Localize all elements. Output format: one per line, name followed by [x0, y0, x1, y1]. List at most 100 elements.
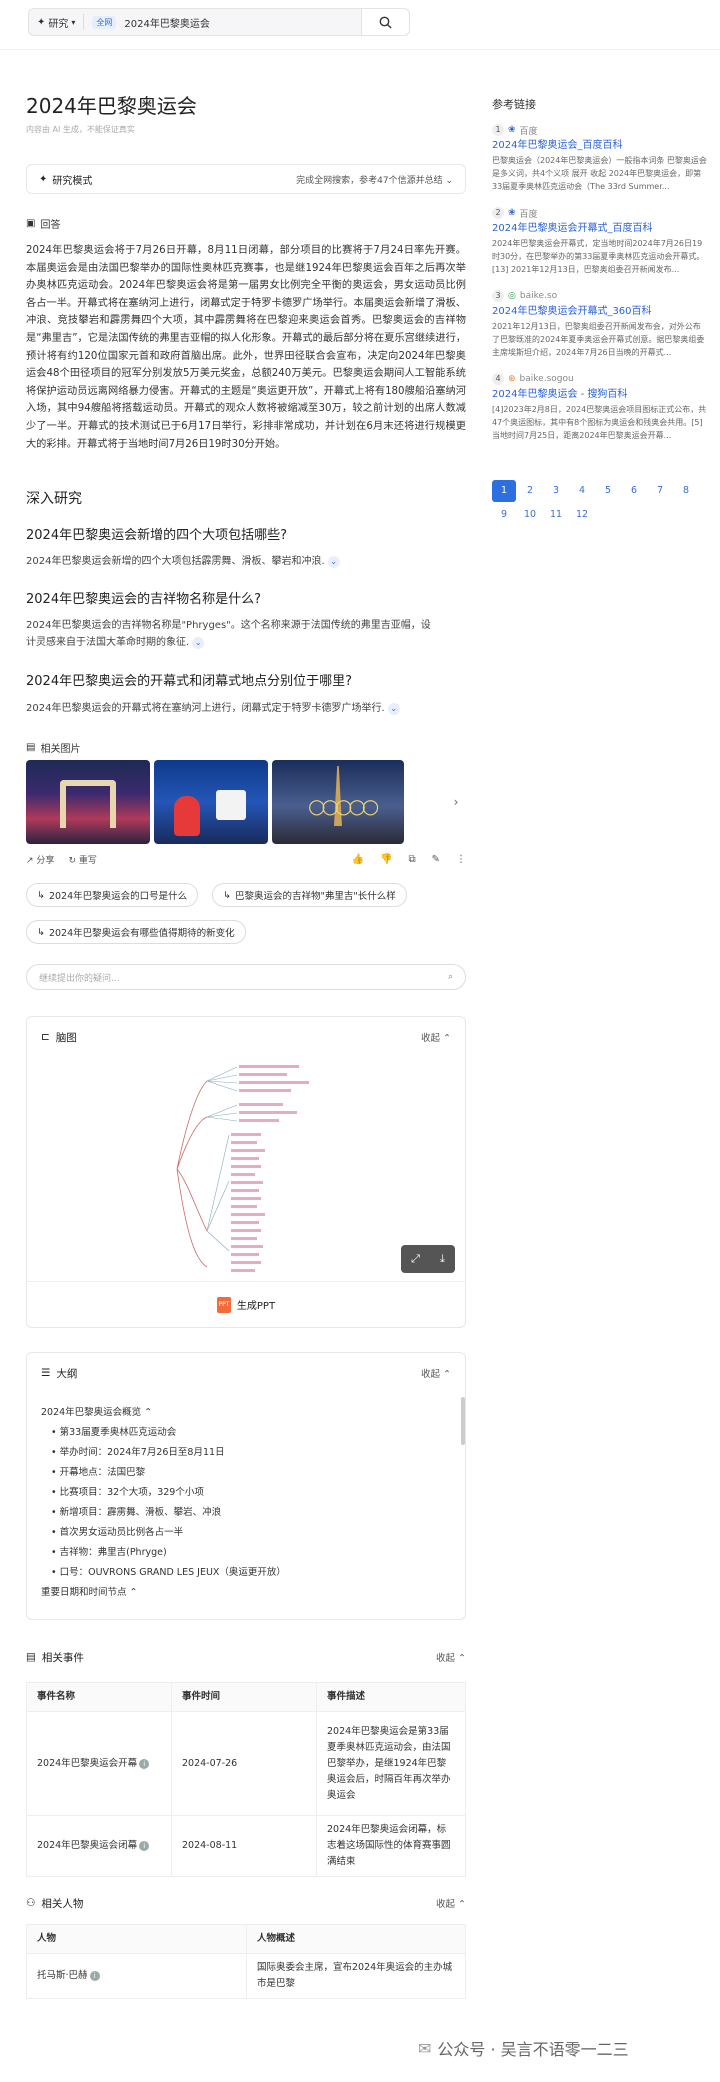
info-icon[interactable]: i	[139, 1841, 150, 1851]
people-collapse-button[interactable]: 收起 ⌃	[436, 1896, 466, 1910]
download-icon[interactable]: ⤓	[440, 1252, 445, 1266]
edit-icon[interactable]: ✎	[432, 854, 440, 865]
event-time: 2024-08-11	[171, 1815, 317, 1877]
outline-item-2-label: 举办时间：2024年7月26日至8月11日	[59, 1447, 225, 1458]
arrow-icon: ↳	[37, 926, 45, 938]
event-2-name: 2024年巴黎奥运会闭幕	[37, 1840, 138, 1851]
outline-item-7-label: 吉祥物：弗里吉(Phryge)	[59, 1547, 167, 1558]
follow-up-input[interactable]: 继续提出你的疑问... ⌕	[26, 964, 466, 990]
page-9[interactable]: 9	[492, 504, 516, 526]
reference-item[interactable]: 1 ❀ 百度 2024年巴黎奥运会_百度百科 巴黎奥运会（2024年巴黎奥运会）一般…	[492, 122, 708, 193]
ref-number: 2	[492, 207, 504, 219]
reference-item[interactable]: 4 ⊛ baike.sogou 2024年巴黎奥运会 - 搜狗百科 [4]2023年…	[492, 371, 708, 442]
page-8[interactable]: 8	[674, 480, 698, 502]
events-collapse-button[interactable]: 收起 ⌃	[436, 1650, 466, 1664]
search-icon	[379, 16, 392, 28]
ref-title[interactable]: 2024年巴黎奥运会开幕式_360百科	[492, 304, 708, 320]
eiffel-rings-image[interactable]: ○○○○○	[272, 760, 404, 844]
search-button[interactable]	[361, 9, 409, 35]
outline-item: • 新增项目：霹雳舞、滑板、攀岩、冲浪	[51, 1507, 222, 1518]
outline-body: 2024年巴黎奥运会概览 ⌃ • 第33届夏季奥林匹克运动会 • 举办时间：20…	[41, 1403, 441, 1603]
follow-up-placeholder: 继续提出你的疑问...	[39, 973, 120, 984]
more-icon[interactable]: ⋮	[456, 854, 466, 865]
ref-title[interactable]: 2024年巴黎奥运会_百度百科	[492, 138, 708, 154]
expand-icon[interactable]: ⌄	[192, 637, 205, 649]
mindmap-label: 脑图	[55, 1031, 77, 1044]
thumbs-down-icon[interactable]: 👎	[380, 854, 392, 865]
ref-number: 3	[492, 290, 504, 302]
person-desc: 国际奥委会主席，宣布2024年奥运会的主办城市是巴黎	[246, 1953, 466, 1999]
events-label: 相关事件	[41, 1651, 84, 1664]
info-icon[interactable]: i	[89, 1971, 100, 1981]
outline-section-2-label: 重要日期和时间节点	[41, 1587, 127, 1598]
fullscreen-icon[interactable]: ⤢	[411, 1252, 420, 1266]
events-header-row: 事件名称 事件时间 事件描述	[26, 1682, 466, 1712]
suggestion-chip-1[interactable]: ↳ 2024年巴黎奥运会的口号是什么	[26, 883, 199, 907]
reference-item[interactable]: 2 ❀ 百度 2024年巴黎奥运会开幕式_百度百科 2024年巴黎奥运会开幕式，定当…	[492, 205, 708, 276]
ref-title[interactable]: 2024年巴黎奥运会 - 搜狗百科	[492, 387, 708, 403]
outline-item: • 首次男女运动员比例各占一半	[51, 1527, 184, 1538]
expand-icon[interactable]: ⌄	[327, 556, 340, 568]
search-input[interactable]: 2024年巴黎奥运会	[124, 15, 209, 30]
event-desc: 2024年巴黎奥运会是第33届夏季奥林匹克运动会，由法国巴黎举办，是继1924年…	[316, 1711, 466, 1816]
page-4[interactable]: 4	[570, 480, 594, 502]
thumbs-up-icon[interactable]: 👍	[352, 854, 364, 865]
deep-answer-1: 2024年巴黎奥运会新增的四个大项包括霹雳舞、滑板、攀岩和冲浪. ⌄	[26, 553, 340, 570]
outline-item: • 吉祥物：弗里吉(Phryge)	[51, 1547, 167, 1558]
research-mode-bar[interactable]: ✦ 研究模式 完成全网搜索，参考47个信源并总结 ⌄	[26, 164, 466, 194]
suggestion-chip-2[interactable]: ↳ 巴黎奥运会的吉祥物"弗里吉"长什么样	[212, 883, 407, 907]
people-table: 人物 人物概述 托马斯·巴赫 i 国际奥委会主席，宣布2024年奥运会的主办城市是…	[26, 1924, 466, 1999]
page-3[interactable]: 3	[544, 480, 568, 502]
olympics-arch-image[interactable]	[26, 760, 150, 844]
page-7[interactable]: 7	[648, 480, 672, 502]
page-2[interactable]: 2	[518, 480, 542, 502]
page-11[interactable]: 11	[544, 504, 568, 526]
page-5[interactable]: 5	[596, 480, 620, 502]
expand-icon[interactable]: ⌄	[387, 703, 400, 715]
ref-title[interactable]: 2024年巴黎奥运会开幕式_百度百科	[492, 221, 708, 237]
mascot-presentation-image[interactable]	[154, 760, 268, 844]
reference-list: 参考链接 1 ❀ 百度 2024年巴黎奥运会_百度百科 巴黎奥运会（2024年巴黎奥…	[492, 96, 708, 454]
search-box[interactable]: ✦ 研究 ▾ 全网 2024年巴黎奥运会	[28, 8, 410, 36]
page-1[interactable]: 1	[492, 480, 516, 502]
outline-item-3-label: 开幕地点：法国巴黎	[59, 1467, 146, 1478]
chevron-down-icon: ▾	[71, 17, 76, 27]
share-button[interactable]: ↗ 分享	[26, 853, 54, 866]
outline-section-1[interactable]: 2024年巴黎奥运会概览 ⌃	[41, 1403, 441, 1423]
events-col-name: 事件名称	[26, 1682, 172, 1712]
rewrite-button[interactable]: ↻ 重写	[68, 853, 96, 866]
watermark-text: 公众号 · 吴言不语零一二三	[437, 2040, 629, 2059]
outline-item-5-label: 新增项目：霹雳舞、滑板、攀岩、冲浪	[59, 1507, 222, 1518]
outline-section-2[interactable]: 重要日期和时间节点 ⌃	[41, 1583, 441, 1603]
reference-item[interactable]: 3 ◎ baike.so 2024年巴黎奥运会开幕式_360百科 2021年12月1…	[492, 288, 708, 359]
ref-source: 4 ⊛ baike.sogou	[492, 371, 708, 387]
mindmap-graphic[interactable]	[167, 1061, 347, 1277]
image-carousel-next[interactable]: ›	[446, 760, 466, 844]
outline-item: • 举办时间：2024年7月26日至8月11日	[51, 1447, 225, 1458]
list-icon: ☰	[41, 1367, 51, 1379]
suggestion-chip-3[interactable]: ↳ 2024年巴黎奥运会有哪些值得期待的新变化	[26, 920, 246, 944]
people-header: ⚇ 相关人物 收起 ⌃	[26, 1890, 466, 1916]
scope-tag[interactable]: 全网	[92, 15, 117, 29]
copy-icon[interactable]: ⧉	[408, 854, 415, 865]
ref-desc: 巴黎奥运会（2024年巴黎奥运会）一般指本词条 巴黎奥运会是多义词，共4个义项 …	[492, 156, 707, 191]
info-icon[interactable]: i	[139, 1758, 150, 1769]
page-12[interactable]: 12	[570, 504, 594, 526]
suggestion-1-label: 2024年巴黎奥运会的口号是什么	[48, 891, 188, 902]
so-icon: ◎	[508, 291, 516, 301]
generate-ppt-button[interactable]: PPT 生成PPT	[27, 1281, 465, 1327]
people-label: 相关人物	[41, 1897, 84, 1910]
outline-scrollbar[interactable]	[461, 1397, 465, 1445]
page-6[interactable]: 6	[622, 480, 646, 502]
ref-source-name: 百度	[519, 126, 538, 137]
deep-answer-3-text: 2024年巴黎奥运会的开幕式将在塞纳河上进行，闭幕式定于特罗卡德罗广场举行.	[26, 703, 385, 714]
mindmap-collapse-button[interactable]: 收起 ⌃	[421, 1030, 451, 1044]
images-label: 相关图片	[40, 744, 81, 755]
page-10[interactable]: 10	[518, 504, 542, 526]
people-header-row: 人物 人物概述	[26, 1924, 466, 1954]
mode-selector[interactable]: ✦ 研究 ▾	[29, 14, 85, 30]
outline-collapse-button[interactable]: 收起 ⌃	[421, 1366, 451, 1380]
table-row: 2024年巴黎奥运会闭幕 i 2024-08-11 2024年巴黎奥运会闭幕，标志…	[26, 1815, 466, 1877]
outline-items: • 第33届夏季奥林匹克运动会 • 举办时间：2024年7月26日至8月11日 …	[41, 1423, 441, 1583]
refresh-icon: ↻	[68, 855, 76, 866]
